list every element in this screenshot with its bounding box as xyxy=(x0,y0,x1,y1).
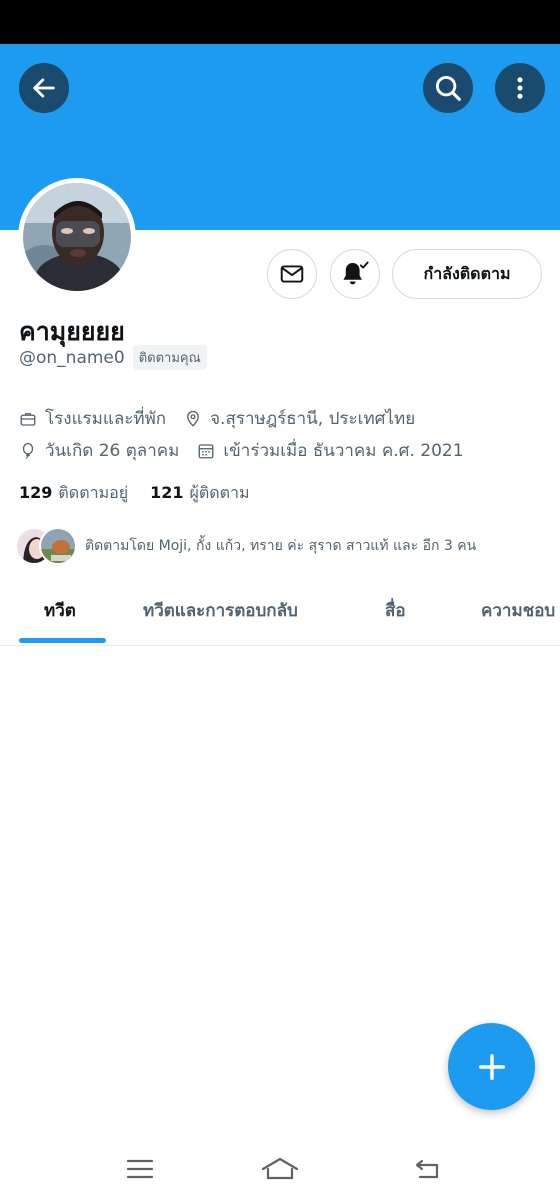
tab-tweets[interactable]: ทวีต xyxy=(44,597,76,624)
location-item: จ.สุราษฎร์ธานี, ประเทศไทย xyxy=(184,405,415,432)
status-bar xyxy=(0,0,560,44)
birthday-text: วันเกิด 26 ตุลาคม xyxy=(45,441,180,461)
follows-you-badge: ติดตามคุณ xyxy=(132,345,207,370)
notifications-button[interactable] xyxy=(330,249,380,299)
balloon-icon xyxy=(22,442,34,459)
calendar-icon xyxy=(198,443,214,458)
followers-label: ผู้ติดตาม xyxy=(189,483,250,502)
follow-stats: 129 ติดตามอยู่ 121 ผู้ติดตาม xyxy=(19,481,272,506)
profile-info-row-2: วันเกิด 26 ตุลาคม เข้าร่วมเมื่อ ธันวาคม … xyxy=(19,437,482,464)
arrow-left-icon xyxy=(33,78,55,98)
following-stat[interactable]: 129 ติดตามอยู่ xyxy=(19,481,128,506)
follower-avatar xyxy=(39,527,77,565)
search-button[interactable] xyxy=(423,63,473,113)
mail-icon xyxy=(280,265,304,283)
bell-check-icon xyxy=(343,261,369,285)
joined-item: เข้าร่วมเมื่อ ธันวาคม ค.ศ. 2021 xyxy=(197,437,464,464)
location-text: จ.สุราษฎร์ธานี, ประเทศไทย xyxy=(210,409,416,429)
followers-count: 121 xyxy=(150,483,184,502)
active-tab-indicator xyxy=(19,638,106,643)
following-label: ติดตามอยู่ xyxy=(58,483,129,502)
tab-tweets-and-replies[interactable]: ทวีตและการตอบกลับ xyxy=(143,597,298,624)
followed-by-row[interactable]: ติดตามโดย Moji, กั้ง แก้ว, ทราย ค่ะ สุรา… xyxy=(15,527,476,565)
following-button[interactable]: กำลังติดตาม xyxy=(392,249,542,299)
followers-stat[interactable]: 121 ผู้ติดตาม xyxy=(150,481,249,506)
message-button[interactable] xyxy=(267,249,317,299)
home-icon xyxy=(261,1157,299,1180)
back-return-icon xyxy=(415,1159,439,1179)
followed-by-text: ติดตามโดย Moji, กั้ง แก้ว, ทราย ค่ะ สุรา… xyxy=(85,538,477,554)
joined-text: เข้าร่วมเมื่อ ธันวาคม ค.ศ. 2021 xyxy=(223,441,464,461)
plus-icon xyxy=(478,1053,505,1080)
briefcase-icon xyxy=(20,412,36,426)
avatar xyxy=(23,183,131,291)
birthday-item: วันเกิด 26 ตุลาคม xyxy=(19,437,179,464)
tab-media[interactable]: สื่อ xyxy=(385,597,406,624)
search-icon xyxy=(435,75,461,101)
more-options-button[interactable] xyxy=(495,63,545,113)
tab-likes[interactable]: ความชอบ xyxy=(481,597,555,624)
location-pin-icon xyxy=(187,410,200,427)
following-count: 129 xyxy=(19,483,53,502)
home-button[interactable] xyxy=(258,1152,302,1186)
more-vertical-icon xyxy=(517,77,523,99)
profile-info-row: โรงแรมและที่พัก จ.สุราษฎร์ธานี, ประเทศไท… xyxy=(19,405,433,432)
profile-avatar[interactable] xyxy=(18,178,136,296)
category-item: โรงแรมและที่พัก xyxy=(19,405,166,432)
category-text: โรงแรมและที่พัก xyxy=(45,409,167,429)
handle-row: @on_name0 ติดตามคุณ xyxy=(19,345,207,370)
recent-apps-button[interactable] xyxy=(118,1152,162,1186)
system-nav-bar xyxy=(0,1138,560,1200)
user-handle: @on_name0 xyxy=(19,347,125,368)
profile-tabs: ทวีต ทวีตและการตอบกลับ สื่อ ความชอบ xyxy=(0,585,560,646)
compose-tweet-button[interactable] xyxy=(448,1023,535,1110)
back-button[interactable] xyxy=(19,63,69,113)
menu-lines-icon xyxy=(126,1159,154,1179)
system-back-button[interactable] xyxy=(405,1152,449,1186)
